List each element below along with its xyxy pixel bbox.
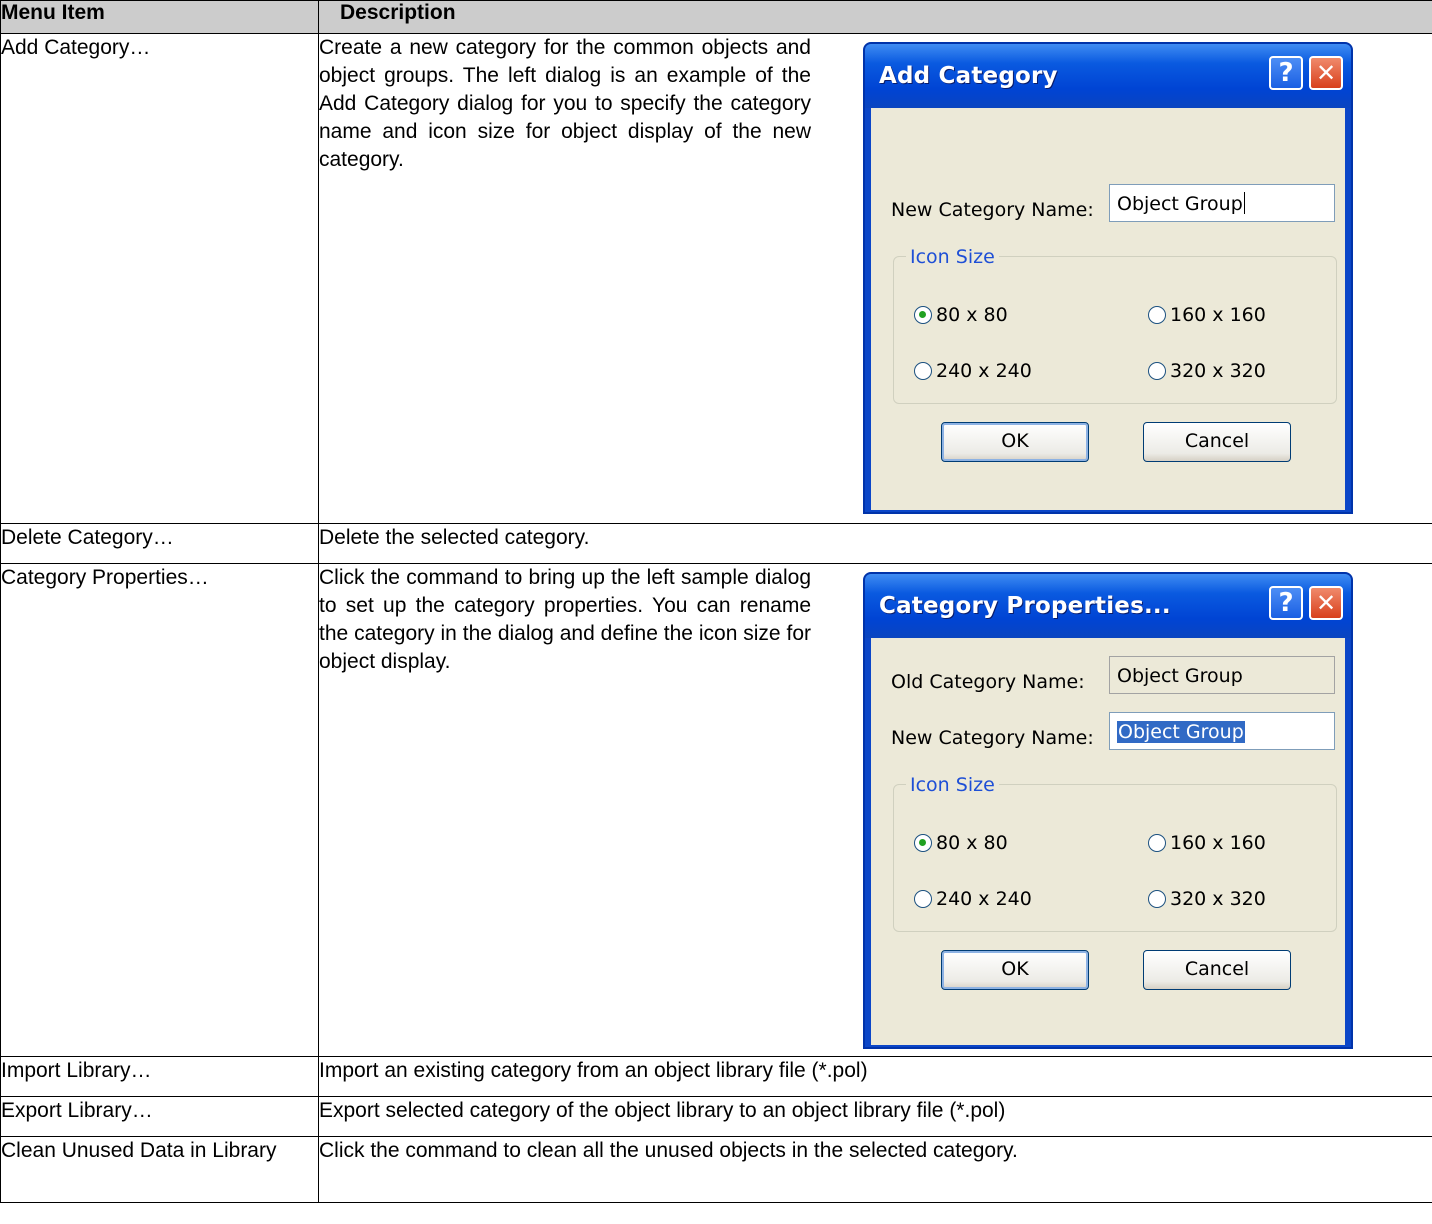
text-cursor	[1243, 192, 1245, 214]
header-menu-item: Menu Item	[0, 0, 319, 34]
table-row: Delete Category… Delete the selected cat…	[0, 523, 1432, 564]
close-icon[interactable]: ✕	[1309, 586, 1343, 620]
menu-reference-table: Menu Item Description Add Category… Crea…	[0, 0, 1432, 1203]
description-cell: Delete the selected category.	[318, 523, 1432, 564]
radio-80[interactable]: 80 x 80	[914, 301, 1008, 329]
radio-selected-icon	[914, 834, 932, 852]
help-icon[interactable]: ?	[1269, 586, 1303, 620]
radio-80[interactable]: 80 x 80	[914, 829, 1008, 857]
ok-button[interactable]: OK	[941, 950, 1089, 990]
new-name-field[interactable]: Object Group	[1109, 712, 1335, 750]
header-row: Menu Item Description	[0, 0, 1432, 34]
description-cell: Import an existing category from an obje…	[318, 1056, 1432, 1097]
menu-item-cell: Clean Unused Data in Library	[0, 1136, 319, 1203]
radio-icon	[1148, 834, 1166, 852]
dialog-title: Category Properties...	[879, 593, 1171, 619]
table-row: Add Category… Create a new category for …	[0, 33, 1432, 524]
radio-320[interactable]: 320 x 320	[1148, 885, 1266, 913]
radio-160[interactable]: 160 x 160	[1148, 301, 1266, 329]
icon-size-group-title: Icon Size	[906, 771, 999, 799]
radio-240[interactable]: 240 x 240	[914, 885, 1032, 913]
menu-item-cell: Import Library…	[0, 1056, 319, 1097]
table-row: Clean Unused Data in Library Click the c…	[0, 1136, 1432, 1203]
menu-item-cell: Export Library…	[0, 1096, 319, 1137]
table-row: Import Library… Import an existing categ…	[0, 1056, 1432, 1097]
cancel-button[interactable]: Cancel	[1143, 422, 1291, 462]
table-row: Export Library… Export selected category…	[0, 1096, 1432, 1137]
dialog-title-bar: Add Category ? ✕	[865, 44, 1351, 108]
radio-selected-icon	[914, 306, 932, 324]
dialog-title-bar: Category Properties... ? ✕	[865, 574, 1351, 638]
description-text: Click the command to bring up the left s…	[319, 566, 811, 673]
radio-icon	[1148, 890, 1166, 908]
header-description: Description	[318, 0, 1432, 34]
dialog-body: Old Category Name: Object Group New Cate…	[871, 638, 1345, 1045]
radio-240[interactable]: 240 x 240	[914, 357, 1032, 385]
old-name-label: Old Category Name:	[891, 671, 1085, 693]
description-cell: Click the command to bring up the left s…	[318, 563, 1432, 1057]
description-cell: Create a new category for the common obj…	[318, 33, 1432, 524]
menu-item-cell: Delete Category…	[0, 523, 319, 564]
radio-160[interactable]: 160 x 160	[1148, 829, 1266, 857]
icon-size-group: Icon Size 80 x 80 160 x 160 240 x 240 32…	[893, 243, 1337, 404]
add-category-dialog: Add Category ? ✕ New Category Name: Obje…	[863, 42, 1353, 514]
radio-icon	[1148, 306, 1166, 324]
menu-item-cell: Add Category…	[0, 33, 319, 524]
new-name-field[interactable]: Object Group	[1109, 184, 1335, 222]
new-name-label: New Category Name:	[891, 199, 1094, 221]
cancel-button[interactable]: Cancel	[1143, 950, 1291, 990]
category-properties-dialog: Category Properties... ? ✕ Old Category …	[863, 572, 1353, 1049]
menu-item-cell: Category Properties…	[0, 563, 319, 1057]
old-name-field: Object Group	[1109, 656, 1335, 694]
close-icon[interactable]: ✕	[1309, 56, 1343, 90]
radio-icon	[914, 890, 932, 908]
table-row: Category Properties… Click the command t…	[0, 563, 1432, 1057]
help-icon[interactable]: ?	[1269, 56, 1303, 90]
ok-button[interactable]: OK	[941, 422, 1089, 462]
radio-icon	[1148, 362, 1166, 380]
icon-size-group: Icon Size 80 x 80 160 x 160 240 x 240 32…	[893, 771, 1337, 932]
icon-size-group-title: Icon Size	[906, 243, 999, 271]
description-cell: Export selected category of the object l…	[318, 1096, 1432, 1137]
description-cell: Click the command to clean all the unuse…	[318, 1136, 1432, 1203]
radio-320[interactable]: 320 x 320	[1148, 357, 1266, 385]
radio-icon	[914, 362, 932, 380]
new-name-label: New Category Name:	[891, 727, 1094, 749]
dialog-body: New Category Name: Object Group Icon Siz…	[871, 108, 1345, 510]
description-text: Create a new category for the common obj…	[319, 36, 811, 171]
dialog-title: Add Category	[879, 63, 1058, 89]
